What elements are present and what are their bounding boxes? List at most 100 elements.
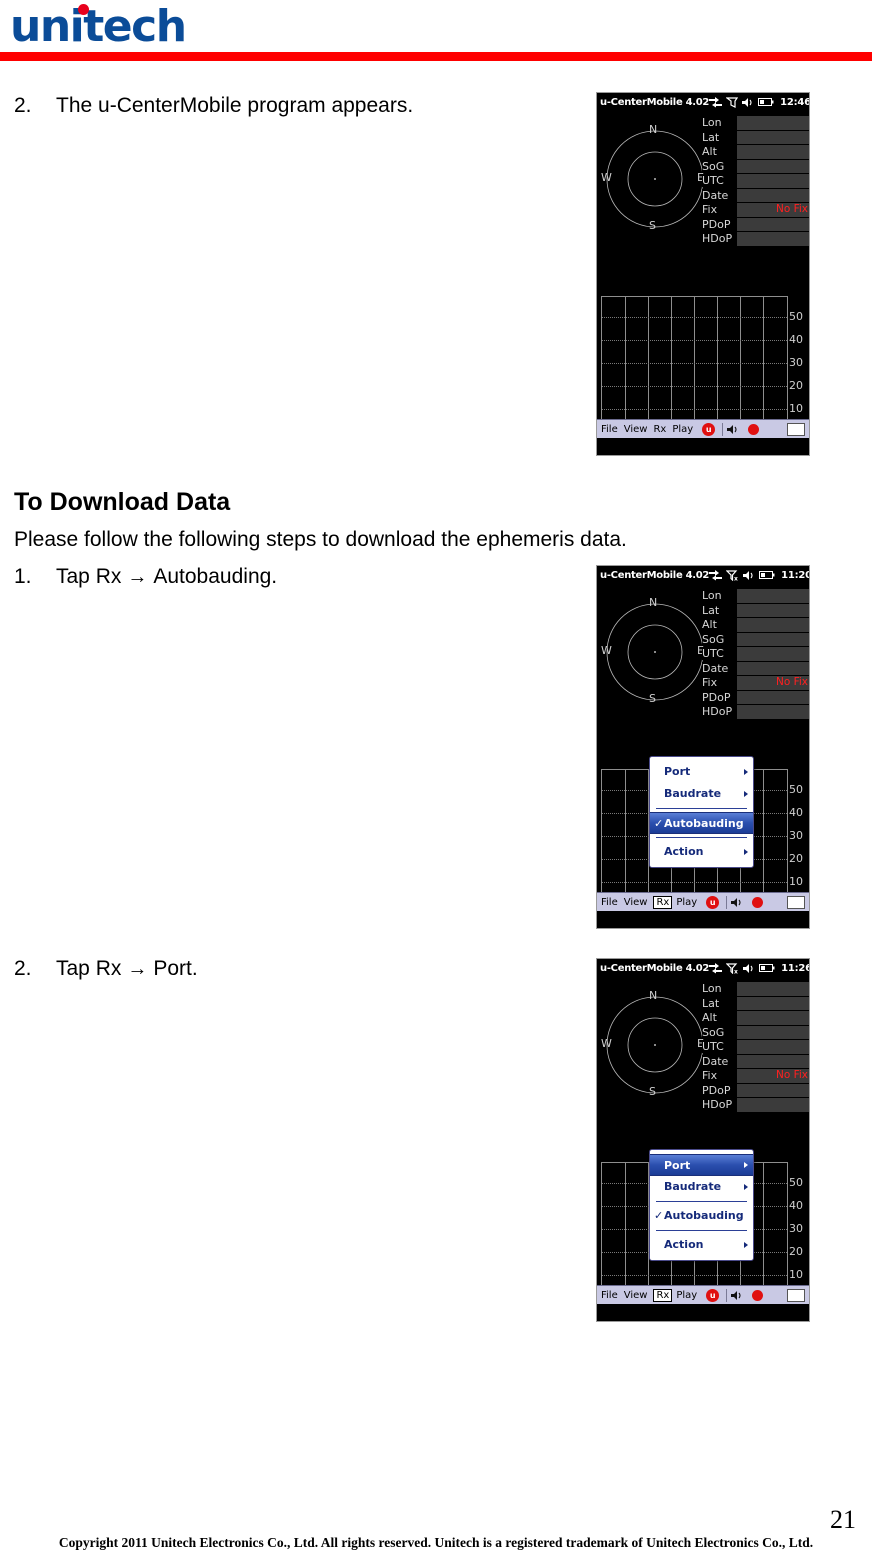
data-row: PDoP: [702, 217, 809, 231]
axis-tick-50: 50: [789, 310, 803, 323]
data-label: Lon: [702, 589, 737, 603]
data-label: HDoP: [702, 705, 737, 719]
device3-compass: N S E W: [601, 985, 709, 1105]
menu-item-action[interactable]: Action: [650, 1234, 753, 1256]
data-label: Lat: [702, 130, 737, 144]
data-label: PDoP: [702, 217, 737, 231]
taskbar-view[interactable]: View: [624, 1290, 648, 1301]
data-value: [737, 647, 809, 661]
speaker-icon[interactable]: [727, 424, 741, 435]
data-value: [737, 1025, 809, 1039]
data-value: [737, 589, 809, 603]
data-label: Date: [702, 1054, 737, 1068]
data-row: UTC: [702, 1040, 809, 1054]
record-icon[interactable]: [752, 896, 764, 908]
device-screenshot-2: u-CenterMobile 4.02 x 11:20 N S E W Lon …: [596, 565, 810, 929]
keyboard-icon[interactable]: [787, 1288, 805, 1302]
device2-app-title: u-CenterMobile 4.02: [600, 569, 710, 581]
speaker-icon[interactable]: [731, 1290, 745, 1301]
taskbar-divider: [722, 422, 724, 436]
taskbar-view[interactable]: View: [624, 897, 648, 908]
data-label: Alt: [702, 618, 737, 632]
data-label: UTC: [702, 1040, 737, 1054]
section-heading: To Download Data: [14, 488, 231, 516]
menu-separator: [656, 837, 747, 838]
submenu-arrow-icon: [744, 791, 748, 797]
menu-item-baudrate[interactable]: Baudrate: [650, 1176, 753, 1198]
speaker-icon[interactable]: [731, 897, 745, 908]
taskbar-rx[interactable]: Rx: [653, 895, 673, 909]
device3-taskbar: File View Rx Play u: [597, 1285, 809, 1304]
battery-icon: [759, 964, 775, 972]
taskbar-play[interactable]: Play: [672, 424, 693, 435]
taskbar-divider: [726, 895, 728, 909]
no-signal-icon: x: [726, 569, 738, 581]
menu-item-label: Autobauding: [664, 817, 744, 830]
taskbar-play[interactable]: Play: [676, 897, 697, 908]
ublox-icon[interactable]: u: [706, 895, 720, 909]
device2-clock: 11:20: [781, 569, 810, 581]
device1-compass: N S E W: [601, 119, 709, 239]
data-label: HDoP: [702, 1098, 737, 1112]
manual-page: unitech 2. The u-CenterMobile program app…: [0, 0, 872, 1554]
menu-item-baudrate[interactable]: Baudrate: [650, 783, 753, 805]
menu-item-label: Action: [664, 1238, 704, 1251]
device1-chart-axis: 50 40 30 20 10 dB: [789, 296, 809, 436]
data-value: [737, 130, 809, 144]
device3-clock: 11:26: [781, 962, 810, 974]
device3-rx-menu[interactable]: Port Baudrate ✓ Autobauding Action: [649, 1149, 754, 1261]
taskbar-rx[interactable]: Rx: [653, 424, 666, 435]
axis-tick-40: 40: [789, 1199, 803, 1212]
menu-item-autobauding[interactable]: ✓ Autobauding: [650, 1205, 753, 1227]
ublox-icon[interactable]: u: [702, 422, 716, 436]
menu-item-autobauding[interactable]: ✓ Autobauding: [650, 812, 753, 834]
taskbar-rx[interactable]: Rx: [653, 1288, 673, 1302]
data-row: Lat: [702, 603, 809, 617]
page-number: 21: [830, 1505, 856, 1534]
menu-separator: [656, 1230, 747, 1231]
data-row: PDoP: [702, 690, 809, 704]
volume-icon: [742, 97, 752, 107]
fix-status-value: No Fix: [737, 676, 809, 690]
taskbar-view[interactable]: View: [624, 424, 648, 435]
device3-data-panel: Lon Lat Alt SoG UTC Date Fix No Fix PDoP …: [702, 982, 809, 1113]
arrow-glyph: →: [127, 566, 148, 588]
data-label: Lat: [702, 996, 737, 1010]
axis-tick-50: 50: [789, 1176, 803, 1189]
logo-wordmark: unitech: [10, 1, 187, 52]
data-row: SoG: [702, 632, 809, 646]
data-row: HDoP: [702, 232, 809, 246]
menu-item-action[interactable]: Action: [650, 841, 753, 863]
connectivity-icon: [709, 96, 723, 107]
data-row: UTC: [702, 174, 809, 188]
header-divider: [0, 52, 872, 61]
data-label: Fix: [702, 203, 737, 217]
data-label: Date: [702, 661, 737, 675]
menu-item-port[interactable]: Port: [650, 1154, 753, 1176]
keyboard-icon[interactable]: [787, 895, 805, 909]
volume-icon: [743, 570, 753, 580]
menu-item-label: Port: [664, 765, 691, 778]
device2-rx-menu[interactable]: Port Baudrate ✓ Autobauding Action: [649, 756, 754, 868]
taskbar-play[interactable]: Play: [676, 1290, 697, 1301]
data-row: HDoP: [702, 1098, 809, 1112]
menu-item-port[interactable]: Port: [650, 761, 753, 783]
taskbar-file[interactable]: File: [601, 1290, 618, 1301]
compass-label-w: W: [601, 644, 612, 657]
keyboard-icon[interactable]: [787, 422, 805, 436]
unitech-logo: unitech: [10, 2, 210, 52]
record-icon[interactable]: [748, 423, 760, 435]
data-row: Date: [702, 188, 809, 202]
device3-status-icons: x 11:26: [709, 962, 810, 974]
data-row: Alt: [702, 1011, 809, 1025]
step-text-prefix: Tap Rx: [56, 957, 122, 980]
data-label: Lat: [702, 603, 737, 617]
device1-taskbar: File View Rx Play u: [597, 419, 809, 438]
compass-label-s: S: [649, 692, 656, 705]
record-icon[interactable]: [752, 1289, 764, 1301]
taskbar-file[interactable]: File: [601, 424, 618, 435]
ublox-icon[interactable]: u: [706, 1288, 720, 1302]
device1-screen: N S E W Lon Lat Alt SoG UTC Date Fix No F…: [597, 111, 809, 438]
taskbar-file[interactable]: File: [601, 897, 618, 908]
data-row: Alt: [702, 145, 809, 159]
